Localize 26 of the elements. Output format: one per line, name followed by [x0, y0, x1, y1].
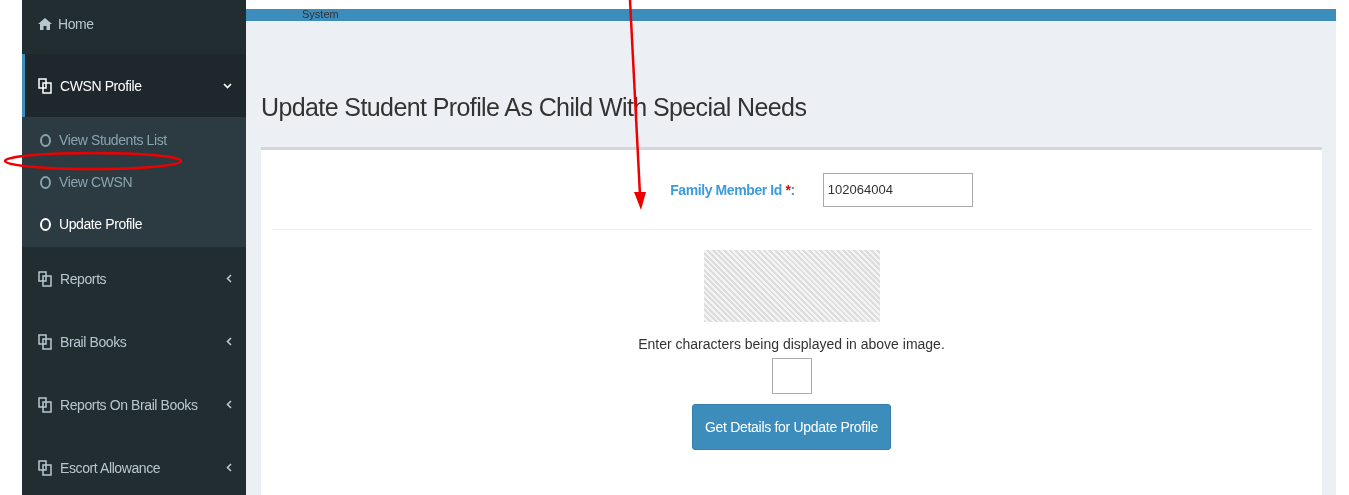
sidebar-item[interactable]: Reports On Brail Books [22, 373, 246, 436]
sidebar-item[interactable]: Brail Books [22, 310, 246, 373]
captcha-instruction: Enter characters being displayed in above image. [638, 336, 945, 352]
submenu-item[interactable]: View CWSN [22, 161, 246, 203]
submenu-item[interactable]: Update Profile [22, 203, 246, 245]
captcha-input-field[interactable] [771, 358, 812, 394]
submit-button[interactable]: Get Details for Update Profile [691, 404, 892, 450]
chevron-left-icon [226, 274, 232, 283]
chevron-down-icon [223, 82, 232, 89]
header-title: System [302, 8, 339, 20]
sidebar-item[interactable]: Escort Allowance [22, 436, 246, 495]
copy-icon [38, 459, 52, 476]
chevron-left-icon [226, 463, 232, 472]
copy-icon [38, 270, 52, 287]
submenu-item[interactable]: View Students List [22, 119, 246, 161]
copy-icon [38, 333, 52, 350]
sidebar-item[interactable]: Home [22, 0, 246, 48]
sidebar-item[interactable]: CWSN Profile [22, 54, 246, 117]
input-field[interactable]: 102064004 [822, 172, 973, 207]
chevron-left-icon [226, 337, 232, 346]
sidebar-item[interactable]: Reports [22, 247, 246, 310]
copy-icon [38, 77, 52, 94]
home-icon [38, 18, 52, 30]
chevron-left-icon [226, 400, 232, 409]
field-label: Family Member Id *: [670, 181, 795, 198]
copy-icon [38, 396, 52, 413]
